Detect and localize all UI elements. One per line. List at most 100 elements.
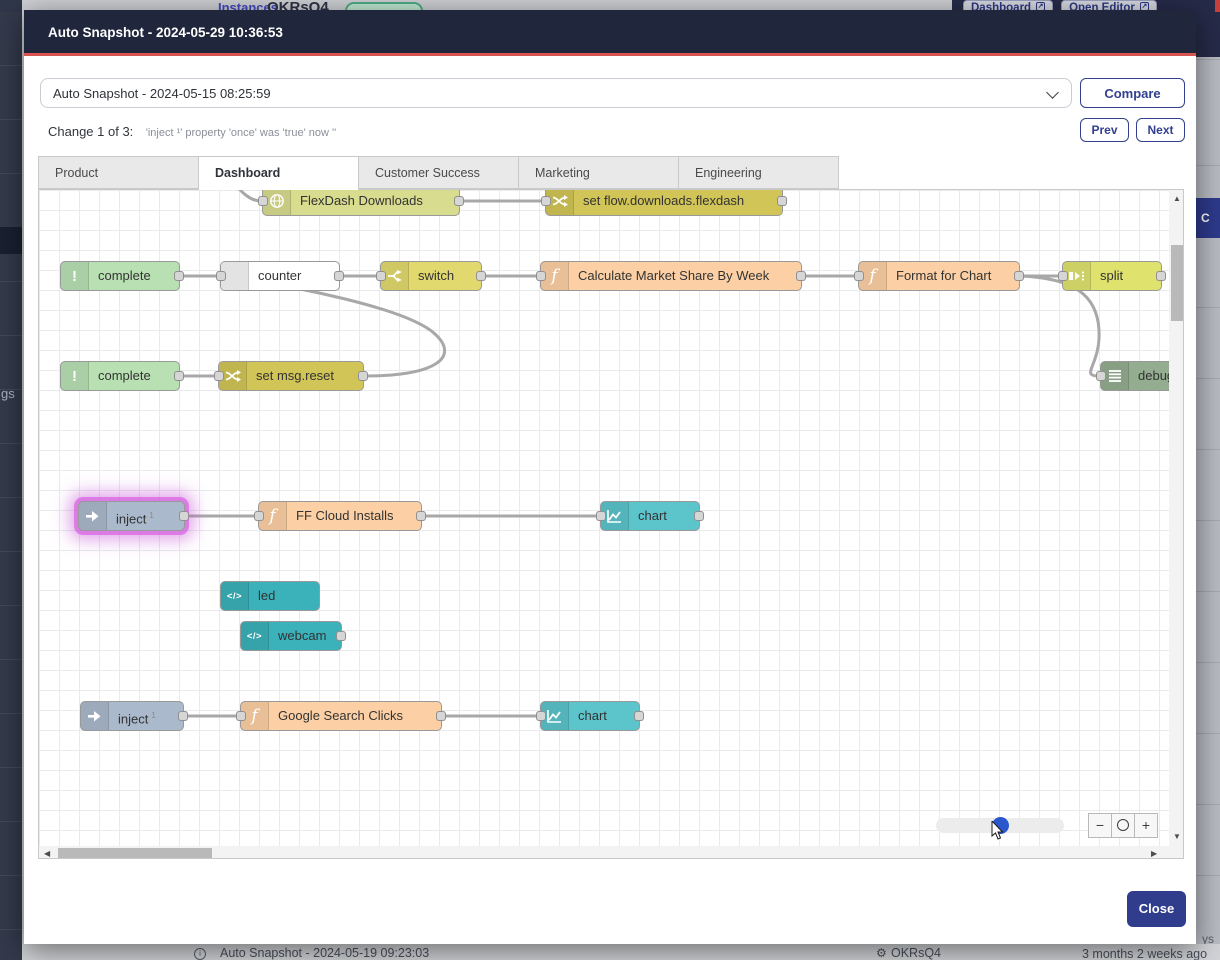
input-port[interactable] (596, 511, 606, 521)
node-complete-1[interactable]: !complete (60, 261, 180, 291)
node-label: Format for Chart (887, 262, 1015, 290)
zoom-reset-icon (1117, 819, 1129, 831)
node-label: chart (629, 502, 695, 530)
output-port[interactable] (334, 271, 344, 281)
tab-engineering[interactable]: Engineering (678, 156, 839, 189)
node-counter[interactable]: counter (220, 261, 340, 291)
node-label: counter (249, 262, 335, 290)
snapshot-row-label: Auto Snapshot - 2024-05-19 09:23:03 (220, 946, 429, 960)
output-port[interactable] (454, 196, 464, 206)
dialog-header: Auto Snapshot - 2024-05-29 10:36:53 (24, 10, 1196, 56)
output-port[interactable] (634, 711, 644, 721)
node-switch[interactable]: switch (380, 261, 482, 291)
scroll-down-icon[interactable]: ▼ (1173, 832, 1181, 841)
change-counter-label: Change 1 of 3: (48, 124, 133, 139)
output-port[interactable] (178, 711, 188, 721)
input-port[interactable] (258, 196, 268, 206)
node-label: inject1 (107, 502, 180, 530)
inject-arrow-icon (79, 502, 107, 530)
screen: Instances OKRsQ4 Dashboard ↗ Open Editor… (0, 0, 1220, 960)
scroll-left-icon[interactable]: ◀ (44, 849, 50, 858)
zoom-in-button[interactable]: + (1134, 813, 1158, 838)
node-calculate-market-share[interactable]: fCalculate Market Share By Week (540, 261, 802, 291)
node-ff-cloud-installs[interactable]: fFF Cloud Installs (258, 501, 422, 531)
compare-button[interactable]: Compare (1080, 78, 1185, 108)
node-label: switch (409, 262, 477, 290)
change-detail-text: 'inject ¹' property 'once' was 'true' no… (146, 127, 336, 139)
node-chart-2[interactable]: chart (540, 701, 640, 731)
node-flexdash-downloads[interactable]: FlexDash Downloads (262, 190, 460, 216)
template-icon: </> (241, 622, 269, 650)
output-port[interactable] (336, 631, 346, 641)
canvas-zoom-buttons: − + (1088, 813, 1157, 838)
node-label: set msg.reset (247, 362, 359, 390)
node-set-flow-downloads-flexdash[interactable]: set flow.downloads.flexdash (545, 190, 783, 216)
compare-button-fragment[interactable]: C (1196, 198, 1220, 238)
next-button[interactable]: Next (1136, 118, 1185, 142)
input-port[interactable] (254, 511, 264, 521)
input-port[interactable] (536, 711, 546, 721)
input-port[interactable] (1058, 271, 1068, 281)
tab-marketing[interactable]: Marketing (518, 156, 679, 189)
mouse-cursor (991, 821, 1005, 841)
dialog-title: Auto Snapshot - 2024-05-29 10:36:53 (48, 25, 283, 40)
output-port[interactable] (694, 511, 704, 521)
output-port[interactable] (358, 371, 368, 381)
output-port[interactable] (416, 511, 426, 521)
output-port[interactable] (796, 271, 806, 281)
node-label: set flow.downloads.flexdash (574, 190, 778, 215)
output-port[interactable] (476, 271, 486, 281)
input-port[interactable] (376, 271, 386, 281)
input-port[interactable] (214, 371, 224, 381)
horizontal-scrollbar[interactable]: ◀ ▶ (39, 846, 1169, 859)
node-label: led (249, 582, 315, 610)
output-port[interactable] (777, 196, 787, 206)
snapshot-select[interactable]: Auto Snapshot - 2024-05-15 08:25:59 (40, 78, 1072, 108)
output-port[interactable] (179, 511, 189, 521)
node-label: inject1 (109, 702, 179, 730)
node-label: complete (89, 362, 175, 390)
zoom-out-button[interactable]: − (1088, 813, 1112, 838)
node-webcam[interactable]: </>webcam (240, 621, 342, 651)
tab-customer-success[interactable]: Customer Success (358, 156, 519, 189)
input-port[interactable] (216, 271, 226, 281)
node-inject-2[interactable]: inject1 (80, 701, 184, 731)
prev-button[interactable]: Prev (1080, 118, 1129, 142)
tab-product[interactable]: Product (38, 156, 199, 189)
input-port[interactable] (536, 271, 546, 281)
node-chart-1[interactable]: chart (600, 501, 700, 531)
tab-dashboard[interactable]: Dashboard (198, 156, 359, 190)
zoom-reset-button[interactable] (1111, 813, 1135, 838)
close-button[interactable]: Close (1127, 891, 1186, 927)
input-port[interactable] (1096, 371, 1106, 381)
input-port[interactable] (236, 711, 246, 721)
info-icon: i (194, 948, 206, 960)
vertical-scrollbar[interactable]: ▲ ▼ (1169, 190, 1184, 846)
output-port[interactable] (1156, 271, 1166, 281)
horizontal-scroll-thumb[interactable] (58, 848, 212, 858)
node-label: FlexDash Downloads (291, 190, 455, 215)
output-port[interactable] (436, 711, 446, 721)
scroll-right-icon[interactable]: ▶ (1151, 849, 1157, 858)
node-led[interactable]: </>led (220, 581, 320, 611)
snapshot-row-instance: OKRsQ4 (891, 946, 941, 960)
sidebar-active-item[interactable] (0, 227, 22, 254)
node-complete-2[interactable]: !complete (60, 361, 180, 391)
flow-area[interactable]: FlexDash Downloads set flow.downloads.fle… (39, 190, 1169, 846)
node-google-search-clicks[interactable]: fGoogle Search Clicks (240, 701, 442, 731)
output-port[interactable] (174, 371, 184, 381)
node-debug[interactable]: debug (1100, 361, 1169, 391)
node-set-msg-reset[interactable]: set msg.reset (218, 361, 364, 391)
node-split[interactable]: split (1062, 261, 1162, 291)
output-port[interactable] (174, 271, 184, 281)
corner-accent (1215, 0, 1220, 12)
input-port[interactable] (854, 271, 864, 281)
vertical-scroll-thumb[interactable] (1171, 245, 1183, 321)
sidebar-item-label-fragment: gs (1, 386, 15, 401)
flow-diff-canvas: FlexDash Downloads set flow.downloads.fle… (38, 189, 1184, 859)
output-port[interactable] (1014, 271, 1024, 281)
scroll-up-icon[interactable]: ▲ (1173, 194, 1181, 203)
input-port[interactable] (541, 196, 551, 206)
node-inject-1[interactable]: inject1 (78, 501, 185, 531)
node-format-for-chart[interactable]: fFormat for Chart (858, 261, 1020, 291)
